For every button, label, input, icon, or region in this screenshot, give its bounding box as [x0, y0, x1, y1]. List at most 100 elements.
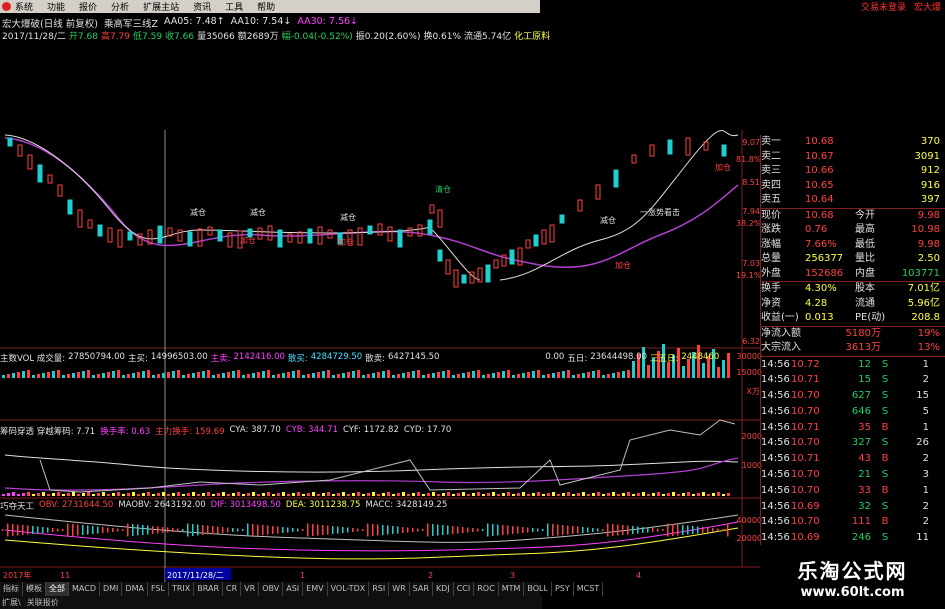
tab-vol-tdx[interactable]: VOL-TDX	[328, 582, 370, 596]
tab-psy[interactable]: PSY	[552, 582, 574, 596]
volume-bar	[182, 375, 185, 378]
tab-boll[interactable]: BOLL	[524, 582, 552, 596]
tab-cci[interactable]: CCI	[454, 582, 475, 596]
menu-system[interactable]: 系统	[15, 0, 33, 13]
tab-dma[interactable]: DMA	[122, 582, 148, 596]
tab-vr[interactable]: VR	[241, 582, 260, 596]
tab-asi[interactable]: ASI	[283, 582, 304, 596]
chip-bar	[242, 494, 245, 496]
tab-全部[interactable]: 全部	[46, 582, 69, 596]
ask-row[interactable]: 卖二 10.67 3091	[761, 150, 945, 165]
candle	[525, 239, 531, 249]
chip-bar	[527, 494, 530, 496]
trade-count: 2	[922, 500, 929, 512]
tab-brar[interactable]: BRAR	[194, 582, 224, 596]
tab-macd[interactable]: MACD	[69, 582, 100, 596]
stock-tab[interactable]: 宏大爆	[914, 0, 941, 13]
macd-bar	[472, 528, 474, 532]
label-reduce-3: 减仓	[340, 212, 356, 222]
ask-row[interactable]: 卖三 10.66 912	[761, 164, 945, 179]
tab-fsl[interactable]: FSL	[148, 582, 169, 596]
macd-bar	[612, 524, 614, 536]
volume-bar	[382, 371, 385, 378]
label-reduce-1: 减仓	[190, 207, 206, 217]
macd-bar	[237, 528, 239, 532]
vol-axis-0: 30000	[736, 352, 762, 361]
vol-header: 主数VOL 成交量: 27850794.00 主买: 14996503.00 主…	[0, 352, 719, 364]
volume-bar	[77, 372, 80, 378]
tab-sar[interactable]: SAR	[410, 582, 433, 596]
tab-mtm[interactable]: MTM	[499, 582, 525, 596]
chip-bar	[552, 492, 555, 496]
candle	[277, 229, 283, 248]
macd-bar	[327, 525, 329, 535]
macd-bar	[662, 529, 664, 531]
tab-roc[interactable]: ROC	[474, 582, 499, 596]
menu-help[interactable]: 帮助	[257, 0, 275, 13]
menu-analysis[interactable]: 分析	[111, 0, 129, 13]
chip-bar	[192, 492, 195, 496]
tab-emv[interactable]: EMV	[303, 582, 328, 596]
top-right-status: 交易未登录 宏大爆	[480, 0, 945, 13]
bottom-related-quote[interactable]: 关联报价	[27, 597, 59, 608]
volume-bar	[372, 373, 375, 378]
tab-kdj[interactable]: KDJ	[433, 582, 454, 596]
tab-trix[interactable]: TRIX	[169, 582, 195, 596]
ask-row[interactable]: 卖四 10.65 916	[761, 179, 945, 194]
aa30-value: AA30: 7.56↓	[297, 16, 359, 27]
trade-login-status[interactable]: 交易未登录	[861, 0, 906, 13]
stat-row: 收益(一) 0.013 PE(动) 208.8	[761, 311, 945, 326]
candle	[187, 231, 193, 247]
bottom-extend[interactable]: 扩展\	[2, 597, 21, 608]
volume-bar	[502, 371, 505, 378]
menu-extended-main[interactable]: 扩展主站	[143, 0, 179, 13]
tab-指标[interactable]: 指标	[0, 582, 23, 596]
chip-bar	[482, 494, 485, 496]
macd-bar	[402, 527, 404, 533]
tab-cr[interactable]: CR	[223, 582, 242, 596]
tab-rsi[interactable]: RSI	[369, 582, 390, 596]
header-row-2: 2017/11/28/二 开7.68 高7.79 低7.59 收7.66 量35…	[2, 29, 550, 42]
macd-bar	[652, 528, 654, 532]
tab-模板[interactable]: 模板	[23, 582, 46, 596]
chip-axis-0: 2000	[741, 432, 762, 441]
candle	[67, 199, 73, 215]
chip-bar	[547, 493, 550, 496]
chip-bar	[352, 493, 355, 496]
tab-mcst[interactable]: MCST	[574, 582, 604, 596]
trade-price: 10.70	[791, 437, 820, 449]
volume-bar	[452, 375, 455, 378]
volume-bar	[387, 370, 390, 378]
menu-function[interactable]: 功能	[47, 0, 65, 13]
chip-bar	[372, 492, 375, 496]
trade-volume: 646	[851, 405, 871, 417]
ask-row[interactable]: 卖五 10.64 397	[761, 193, 945, 208]
tab-wr[interactable]: WR	[389, 582, 410, 596]
volume-bar	[412, 371, 415, 378]
macd-bar	[97, 526, 99, 534]
volume-bar	[307, 374, 310, 378]
chip-bar	[232, 493, 235, 496]
menu-tools[interactable]: 工具	[225, 0, 243, 13]
tab-obv[interactable]: OBV	[259, 582, 284, 596]
stat-label: 净资	[761, 297, 781, 309]
macd-bar	[382, 525, 384, 535]
trade-price: 10.69	[791, 500, 820, 512]
macd-bar	[162, 527, 164, 533]
menu-quote[interactable]: 报价	[79, 0, 97, 13]
macd-bar	[102, 527, 104, 533]
tab-dmi[interactable]: DMI	[100, 582, 123, 596]
menu-news[interactable]: 资讯	[193, 0, 211, 13]
chip-bars	[2, 492, 730, 496]
trade-time: 14:56	[761, 500, 790, 512]
axis-date-cursor: 2017/11/28/二	[167, 571, 224, 580]
candle	[127, 231, 133, 241]
volume-bar	[612, 373, 615, 378]
candle	[509, 249, 515, 265]
candle	[649, 144, 655, 157]
flow-row: 净流入额 5180万 19%	[761, 327, 945, 342]
macd-bar	[337, 526, 339, 534]
trade-ticks[interactable]: 14:56 10.72 12 S 1 14:56 10.71 15 S 2 14:56 10.70 62…	[761, 357, 945, 547]
ask-row[interactable]: 卖一 10.68 370	[761, 135, 945, 150]
macd-bar	[192, 524, 194, 536]
